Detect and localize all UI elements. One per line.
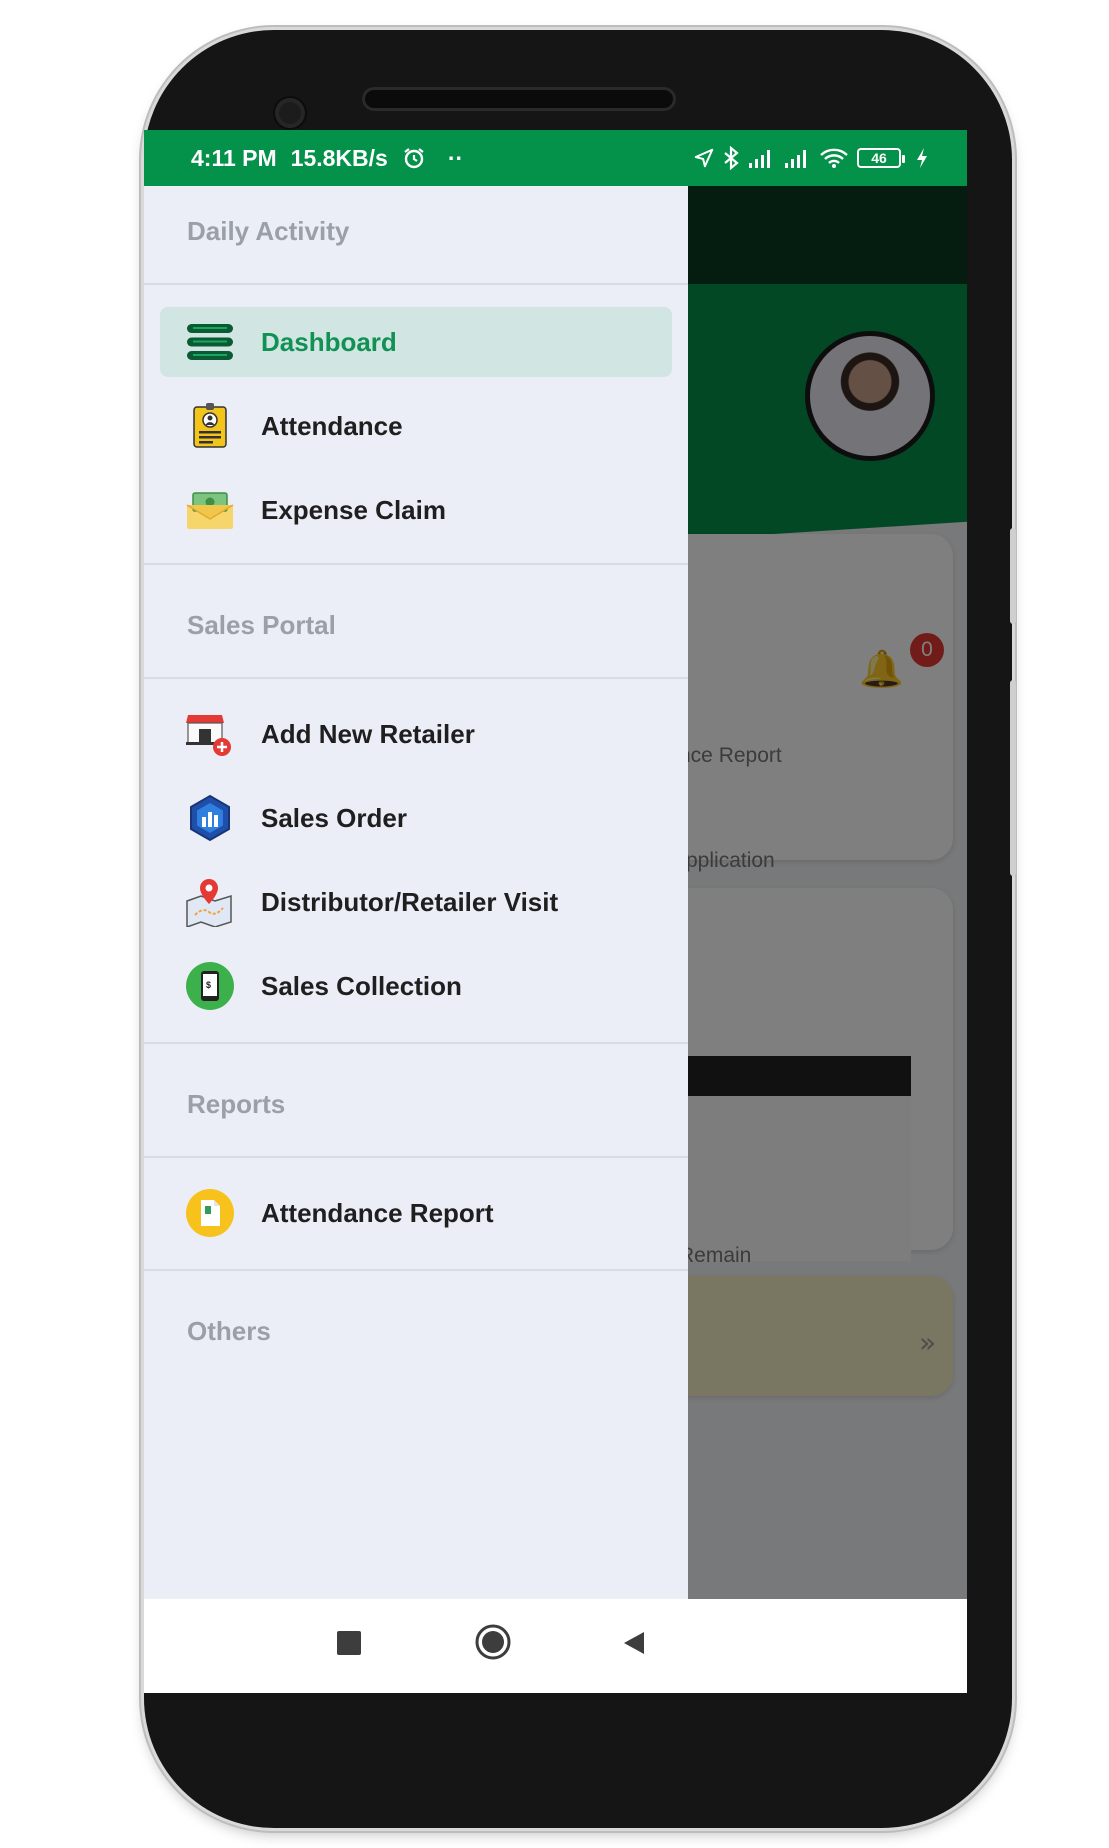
phone-side-button — [1010, 680, 1016, 876]
nav-item-expense-claim[interactable]: Expense Claim — [160, 475, 672, 545]
nav-item-label: Attendance — [261, 411, 403, 441]
status-network-speed: 15.8KB/s — [290, 144, 388, 171]
signal-icon — [783, 147, 811, 169]
nav-item-label: Expense Claim — [261, 495, 446, 525]
add-retailer-store-icon — [186, 715, 231, 756]
wifi-icon — [819, 147, 849, 169]
navigation-drawer: Daily Activity Dashboard Attendance Expe… — [144, 186, 688, 1599]
section-header-reports: Reports — [187, 1089, 286, 1119]
charging-icon — [915, 147, 929, 169]
nav-item-sales-collection[interactable]: $ Sales Collection — [160, 951, 672, 1021]
phone-side-button — [1010, 528, 1016, 624]
divider — [144, 1042, 688, 1044]
nav-item-attendance-report[interactable]: Attendance Report — [160, 1178, 672, 1248]
front-camera — [275, 98, 305, 128]
nav-item-label: Sales Order — [261, 803, 407, 833]
dashboard-stack-icon — [187, 324, 233, 360]
battery-icon: 46 — [857, 148, 905, 168]
divider — [144, 283, 688, 285]
section-header-others: Others — [187, 1316, 271, 1346]
system-navigation-bar — [144, 1599, 967, 1693]
attendance-id-card-icon — [193, 403, 227, 448]
alarm-icon — [402, 146, 426, 170]
sales-order-hexagon-icon — [190, 794, 230, 842]
status-bar: 4:11 PM 15.8KB/s ·· 46 — [144, 130, 967, 186]
nav-item-dashboard[interactable]: Dashboard — [160, 307, 672, 377]
status-time: 4:11 PM — [191, 144, 277, 171]
nav-item-distributor-retailer-visit[interactable]: Distributor/Retailer Visit — [160, 867, 672, 937]
nav-item-label: Attendance Report — [261, 1198, 494, 1228]
section-header-sales-portal: Sales Portal — [187, 610, 336, 640]
nav-item-label: Dashboard — [261, 327, 397, 357]
expense-envelope-icon — [186, 492, 234, 529]
signal-icon — [747, 147, 775, 169]
nav-item-label: Distributor/Retailer Visit — [261, 887, 559, 917]
nav-item-label: Add New Retailer — [261, 719, 475, 749]
mobile-payment-icon: $ — [186, 962, 234, 1010]
earpiece-speaker — [362, 87, 676, 111]
report-document-icon — [186, 1189, 234, 1237]
recents-square-icon[interactable] — [337, 1631, 361, 1655]
nav-item-attendance[interactable]: Attendance — [160, 391, 672, 461]
divider — [144, 1269, 688, 1271]
nav-item-label: Sales Collection — [261, 971, 462, 1001]
location-arrow-icon — [693, 147, 715, 169]
divider — [144, 677, 688, 679]
map-pin-icon — [186, 879, 232, 927]
nav-item-sales-order[interactable]: Sales Order — [160, 783, 672, 853]
nav-item-add-new-retailer[interactable]: Add New Retailer — [160, 699, 672, 769]
home-circle-icon[interactable] — [475, 1624, 511, 1660]
svg-text:$: $ — [206, 980, 211, 990]
divider — [144, 1156, 688, 1158]
bluetooth-icon — [723, 146, 739, 170]
section-header-daily-activity: Daily Activity — [187, 216, 350, 246]
status-dots: ·· — [447, 144, 464, 171]
back-triangle-icon[interactable] — [622, 1630, 646, 1656]
phone-screen: 4:11 PM 15.8KB/s ·· 46 Daily Activity Da… — [144, 130, 967, 1693]
divider — [144, 563, 688, 565]
